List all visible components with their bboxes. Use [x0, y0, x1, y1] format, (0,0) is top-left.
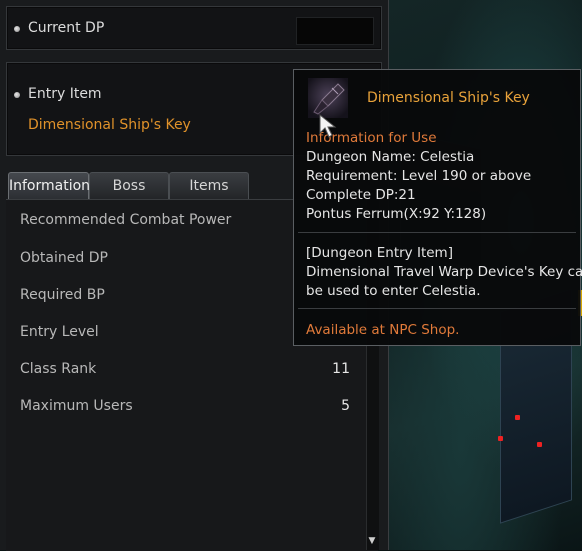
tooltip-title: Dimensional Ship's Key: [367, 90, 530, 106]
info-row-label: Recommended Combat Power: [20, 212, 232, 228]
tab-information[interactable]: Information: [8, 172, 90, 199]
tooltip-shop-note: Available at NPC Shop.: [306, 322, 460, 338]
bullet-icon: [14, 26, 20, 32]
current-dp-label: Current DP: [28, 20, 105, 36]
tooltip-description: Dimensional Travel Warp Device's Key can: [306, 264, 582, 280]
info-row-label: Required BP: [20, 287, 105, 303]
info-row-maximum-users: Maximum Users 5: [20, 398, 350, 418]
info-row-label: Maximum Users: [20, 398, 133, 414]
info-row-label: Class Rank: [20, 361, 97, 377]
tooltip-divider: [298, 232, 576, 233]
mouse-cursor-icon: [319, 113, 337, 138]
entry-item-label: Entry Item: [28, 86, 102, 102]
current-dp-value-field: [296, 17, 374, 45]
scroll-down-arrow-icon[interactable]: ▼: [366, 534, 378, 548]
tooltip-item-type: [Dungeon Entry Item]: [306, 245, 453, 261]
tab-items[interactable]: Items: [169, 172, 249, 199]
info-row-label: Entry Level: [20, 324, 99, 340]
info-row-label: Obtained DP: [20, 250, 108, 266]
info-row-class-rank: Class Rank 11: [20, 361, 350, 381]
scene-red-light: [498, 436, 503, 441]
tooltip-description: be used to enter Celestia.: [306, 283, 481, 299]
info-row-value: 11: [332, 361, 350, 377]
item-tooltip: Dimensional Ship's Key Information for U…: [293, 69, 582, 346]
entry-item-name[interactable]: Dimensional Ship's Key: [28, 117, 191, 133]
tooltip-line: Dungeon Name: Celestia: [306, 149, 475, 165]
tooltip-line: Pontus Ferrum(X:92 Y:128): [306, 206, 487, 222]
tooltip-line: Complete DP:21: [306, 187, 416, 203]
scene-red-light: [515, 415, 520, 420]
tooltip-line: Requirement: Level 190 or above: [306, 168, 532, 184]
tab-boss[interactable]: Boss: [89, 172, 169, 199]
tooltip-divider: [298, 308, 576, 309]
scene-red-light: [537, 442, 542, 447]
key-item-icon: [308, 78, 348, 118]
bullet-icon: [14, 92, 20, 98]
info-row-value: 5: [341, 398, 350, 414]
